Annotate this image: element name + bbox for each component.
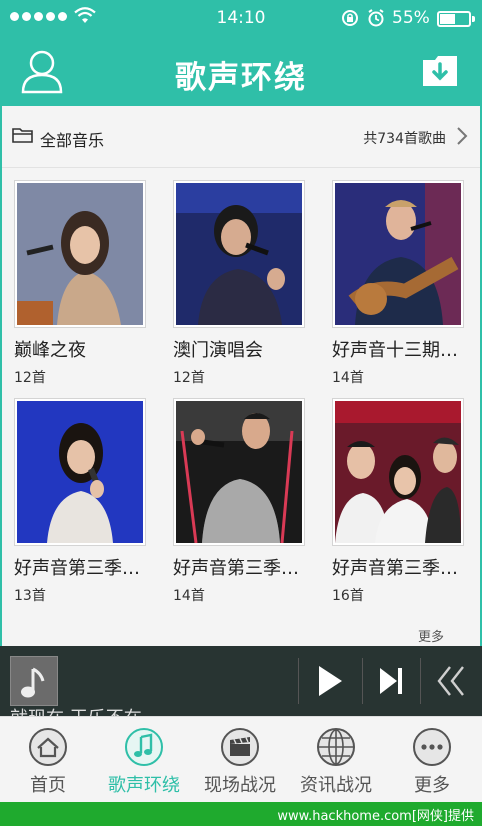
album-title: 好声音第三季… [173, 558, 299, 579]
album-card[interactable]: 好声音第三季… 16首 [332, 398, 464, 605]
album-cover-image [335, 401, 461, 543]
tab-label: 现场战况 [204, 775, 276, 796]
divider [420, 658, 421, 704]
music-note-icon [125, 728, 163, 766]
album-track-count: 12首 [14, 370, 46, 386]
battery-icon [437, 11, 475, 27]
now-playing-text: 就现在 王乐不在 [10, 704, 142, 716]
tab-bar: 首页 歌声环绕 现场战况 资讯战况 更多 [0, 716, 482, 802]
album-track-count: 16首 [332, 588, 364, 604]
watermark-bar: www.hackhome.com[网侠]提供 [0, 802, 482, 826]
tab-label: 首页 [30, 775, 66, 796]
song-count: 共734首歌曲 [363, 131, 446, 147]
now-playing-artwork[interactable] [10, 656, 58, 706]
battery-percent: 55% [392, 8, 430, 28]
tab-news[interactable]: 资讯战况 [288, 717, 384, 803]
album-cover-image [17, 401, 143, 543]
tab-label: 歌声环绕 [108, 775, 180, 796]
album-cover [173, 398, 305, 546]
album-track-count: 13首 [14, 588, 46, 604]
more-row[interactable]: 更多 [2, 626, 480, 646]
album-cover-image [176, 183, 302, 325]
home-icon [29, 728, 67, 766]
tab-more[interactable]: 更多 [384, 717, 480, 803]
nav-bar: 歌声环绕 [0, 38, 482, 106]
album-track-count: 14首 [173, 588, 205, 604]
album-title: 好声音第三季… [14, 558, 140, 579]
globe-icon [317, 728, 355, 766]
play-icon[interactable] [316, 664, 344, 698]
divider [362, 658, 363, 704]
alarm-icon [368, 9, 384, 27]
chevron-right-icon [457, 127, 468, 145]
album-cover-image [176, 401, 302, 543]
next-track-icon[interactable] [378, 666, 404, 696]
album-card[interactable]: 巅峰之夜 12首 [14, 180, 146, 387]
album-card[interactable]: 好声音第三季… 13首 [14, 398, 146, 605]
clapperboard-icon [221, 728, 259, 766]
more-link[interactable]: 更多 [418, 626, 444, 645]
music-content: 全部音乐 共734首歌曲 巅峰之夜 12首 澳门演唱会 12首 好声音十三期… … [2, 106, 480, 646]
album-cover [14, 398, 146, 546]
album-title: 澳门演唱会 [173, 340, 263, 361]
folder-icon [12, 128, 33, 143]
music-note-icon [21, 667, 45, 698]
album-cover [173, 180, 305, 328]
status-bar: 14:10 55% [0, 0, 482, 38]
album-title: 巅峰之夜 [14, 340, 86, 361]
download-folder-icon[interactable] [420, 50, 460, 90]
tab-music[interactable]: 歌声环绕 [96, 717, 192, 803]
tab-label: 资讯战况 [300, 775, 372, 796]
album-title: 好声音第三季… [332, 558, 458, 579]
tab-home[interactable]: 首页 [0, 717, 96, 803]
all-music-label: 全部音乐 [40, 131, 105, 150]
album-card[interactable]: 好声音第三季… 14首 [173, 398, 305, 605]
divider [298, 658, 299, 704]
double-chevron-left-icon[interactable] [436, 664, 466, 698]
album-cover-image [17, 183, 143, 325]
album-card[interactable]: 澳门演唱会 12首 [173, 180, 305, 387]
album-cover-image [335, 183, 461, 325]
album-track-count: 14首 [332, 370, 364, 386]
album-title: 好声音十三期… [332, 340, 458, 361]
more-icon [413, 728, 451, 766]
tab-label: 更多 [414, 775, 450, 796]
tab-live[interactable]: 现场战况 [192, 717, 288, 803]
page-title: 歌声环绕 [175, 60, 307, 96]
watermark-text: www.hackhome.com[网侠]提供 [277, 809, 474, 824]
album-cover [332, 398, 464, 546]
album-cover [332, 180, 464, 328]
all-music-row[interactable]: 全部音乐 共734首歌曲 [2, 106, 480, 168]
album-track-count: 12首 [173, 370, 205, 386]
mini-player: 就现在 王乐不在 [0, 646, 482, 716]
album-cover [14, 180, 146, 328]
album-card[interactable]: 好声音十三期… 14首 [332, 180, 464, 387]
rotation-lock-icon [342, 10, 358, 26]
